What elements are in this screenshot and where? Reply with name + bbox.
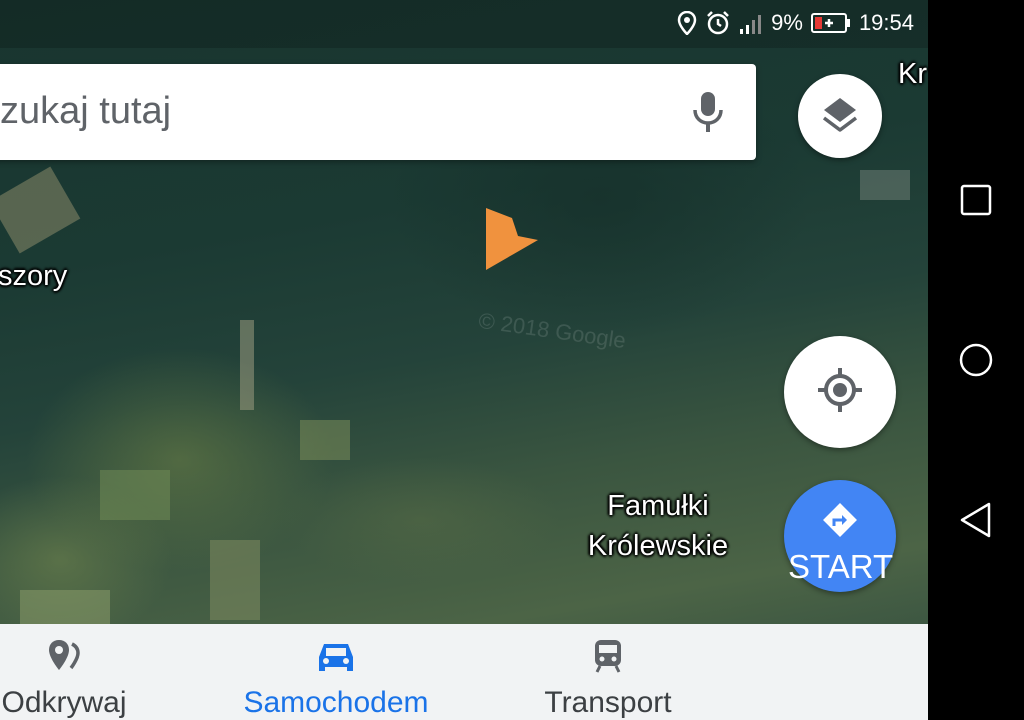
back-icon[interactable] <box>956 500 996 540</box>
home-icon[interactable] <box>956 340 996 380</box>
search-input[interactable]: zukaj tutaj <box>0 90 171 133</box>
tab-transit[interactable]: Transport <box>530 638 686 720</box>
map-label-line: Famułki <box>607 490 709 522</box>
my-location-icon <box>816 366 864 419</box>
map-field-patch <box>860 170 910 200</box>
tab-label: Samochodem <box>243 686 429 719</box>
map-label-town: Famułki Królewskie <box>574 486 742 566</box>
train-icon <box>530 638 686 678</box>
tab-label: Transport <box>544 686 672 719</box>
location-icon <box>677 11 697 35</box>
start-navigation-button[interactable]: START <box>784 480 896 592</box>
map-field-patch <box>240 320 254 410</box>
layers-button[interactable] <box>798 74 882 158</box>
battery-percent: 9% <box>771 10 803 35</box>
signal-icon <box>739 12 763 34</box>
map-label-town: szory <box>0 260 68 292</box>
car-icon <box>236 638 436 678</box>
map-field-patch <box>300 420 350 460</box>
battery-icon <box>810 12 851 34</box>
bottom-navigation: Odkrywaj Samochodem Transport <box>0 624 928 720</box>
map-field-patch <box>210 540 260 620</box>
my-location-button[interactable] <box>784 336 896 448</box>
start-label: START <box>788 548 894 585</box>
map-field-patch <box>100 470 170 520</box>
tab-drive[interactable]: Samochodem <box>236 638 436 720</box>
tab-label: Odkrywaj <box>1 686 127 719</box>
recent-apps-icon[interactable] <box>956 180 996 220</box>
map-field-patch <box>0 166 81 254</box>
tab-explore[interactable]: Odkrywaj <box>0 638 128 720</box>
clock: 19:54 <box>858 10 914 35</box>
map-label-line: Królewskie <box>587 530 729 562</box>
map-watermark: © 2018 Google <box>477 307 628 354</box>
alarm-icon <box>705 10 731 36</box>
map-label-town: Kr <box>898 58 927 90</box>
status-bar: 9% 19:54 <box>0 0 928 48</box>
layers-icon <box>820 94 860 139</box>
search-bar[interactable]: zukaj tutaj <box>0 64 756 160</box>
system-navigation-bar <box>928 0 1024 720</box>
map-field-patch <box>20 590 110 624</box>
explore-pin-icon <box>0 638 128 678</box>
position-arrow-marker <box>486 208 538 270</box>
map-view[interactable]: © 2018 Google szory Kr Famułki Królewski… <box>0 0 928 624</box>
directions-icon <box>822 502 858 543</box>
microphone-icon[interactable] <box>688 90 728 134</box>
